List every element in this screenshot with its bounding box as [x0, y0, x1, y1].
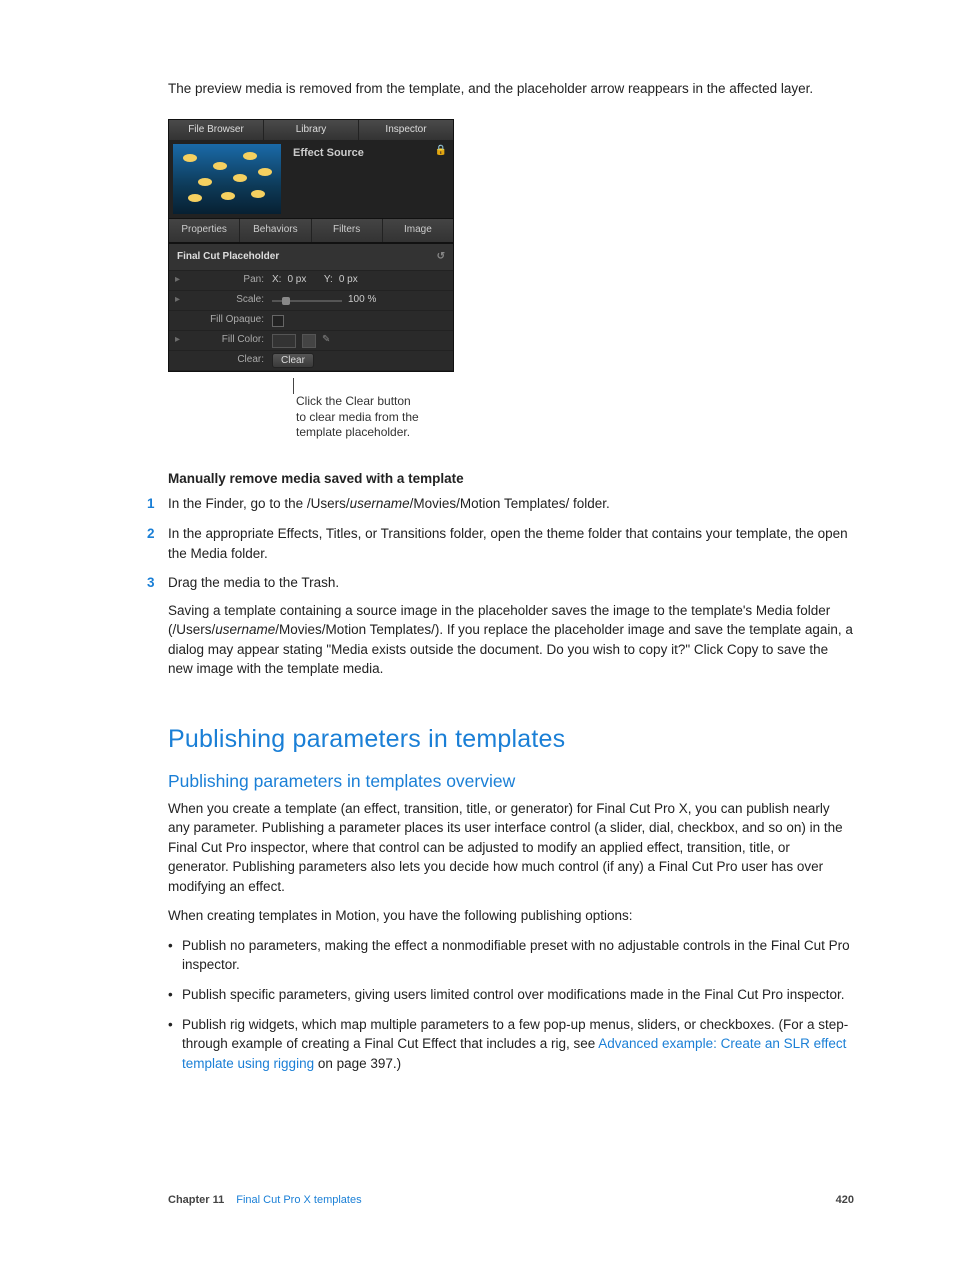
tab-behaviors[interactable]: Behaviors — [240, 219, 311, 242]
step-3: 3 Drag the media to the Trash. Saving a … — [168, 573, 854, 679]
pan-label: Pan: — [189, 273, 272, 288]
pan-y-label: Y: — [324, 273, 333, 288]
overview-p1: When you create a template (an effect, t… — [168, 799, 854, 897]
page-footer: Chapter 11 Final Cut Pro X templates 420 — [168, 1193, 854, 1209]
footer-chapter: Chapter 11 — [168, 1193, 224, 1209]
overview-p2: When creating templates in Motion, you h… — [168, 906, 854, 926]
color-well[interactable] — [272, 334, 296, 348]
param-fill-opaque: Fill Opaque: — [169, 311, 453, 331]
step-1: 1 In the Finder, go to the /Users/userna… — [168, 494, 854, 514]
section-title: Publishing parameters in templates — [168, 721, 854, 757]
clear-label: Clear: — [189, 353, 272, 368]
param-fill-color: ▸ Fill Color: ✎ — [169, 331, 453, 351]
tab-file-browser[interactable]: File Browser — [169, 120, 264, 141]
tab-image[interactable]: Image — [383, 219, 453, 242]
fill-opaque-label: Fill Opaque: — [189, 313, 272, 328]
disclosure-icon[interactable]: ▸ — [175, 273, 189, 288]
subsection-title: Publishing parameters in templates overv… — [168, 769, 854, 794]
disclosure-icon[interactable]: ▸ — [175, 293, 189, 308]
callout-text: Click the Clear button to clear media fr… — [296, 394, 854, 441]
inspector-panel: File Browser Library Inspector Effect So… — [168, 119, 454, 373]
panel-top-tabs: File Browser Library Inspector — [169, 120, 453, 141]
steps-list: 1 In the Finder, go to the /Users/userna… — [168, 494, 854, 679]
pan-x-label: X: — [272, 273, 281, 288]
scale-value[interactable]: 100 % — [348, 293, 376, 308]
note-paragraph: Saving a template containing a source im… — [168, 601, 854, 679]
intro-paragraph: The preview media is removed from the te… — [168, 79, 854, 99]
tab-library[interactable]: Library — [264, 120, 359, 141]
scale-label: Scale: — [189, 293, 272, 308]
disclosure-icon[interactable]: ▸ — [175, 333, 189, 348]
param-clear: Clear: Clear — [169, 351, 453, 371]
section-title-label: Final Cut Placeholder — [177, 250, 279, 265]
step-number: 1 — [147, 494, 155, 514]
effect-source-row: Effect Source 🔒 — [169, 140, 453, 218]
step-number: 3 — [147, 573, 155, 593]
manual-remove-heading: Manually remove media saved with a templ… — [168, 469, 854, 489]
pan-y-value[interactable]: 0 px — [339, 273, 358, 288]
preview-thumbnail — [173, 144, 281, 214]
tab-inspector[interactable]: Inspector — [359, 120, 453, 141]
param-pan: ▸ Pan: X: 0 px Y: 0 px — [169, 271, 453, 291]
eyedropper-icon[interactable]: ✎ — [322, 333, 330, 348]
panel-mid-tabs: Properties Behaviors Filters Image — [169, 218, 453, 243]
reset-icon[interactable]: ↺ — [437, 250, 445, 265]
clear-button[interactable]: Clear — [272, 353, 314, 368]
pan-x-value[interactable]: 0 px — [287, 273, 306, 288]
fill-color-label: Fill Color: — [189, 333, 272, 348]
footer-title: Final Cut Pro X templates — [236, 1193, 361, 1209]
tab-properties[interactable]: Properties — [169, 219, 240, 242]
lock-icon[interactable]: 🔒 — [429, 140, 453, 163]
publishing-options-list: Publish no parameters, making the effect… — [168, 936, 854, 1073]
fill-opaque-checkbox[interactable] — [272, 315, 284, 327]
list-item: Publish no parameters, making the effect… — [168, 936, 854, 975]
callout-leader-line — [293, 378, 294, 394]
tab-filters[interactable]: Filters — [312, 219, 383, 242]
step-number: 2 — [147, 524, 155, 544]
list-item: Publish specific parameters, giving user… — [168, 985, 854, 1005]
color-dropdown[interactable] — [302, 334, 316, 348]
param-rows: ▸ Pan: X: 0 px Y: 0 px ▸ Scale: 100 % — [169, 271, 453, 371]
param-scale: ▸ Scale: 100 % — [169, 291, 453, 311]
effect-source-title: Effect Source — [285, 140, 429, 168]
section-header: Final Cut Placeholder ↺ — [169, 243, 453, 272]
footer-page-number: 420 — [836, 1193, 854, 1209]
list-item: Publish rig widgets, which map multiple … — [168, 1015, 854, 1074]
scale-slider[interactable] — [272, 300, 342, 302]
step-2: 2 In the appropriate Effects, Titles, or… — [168, 524, 854, 563]
